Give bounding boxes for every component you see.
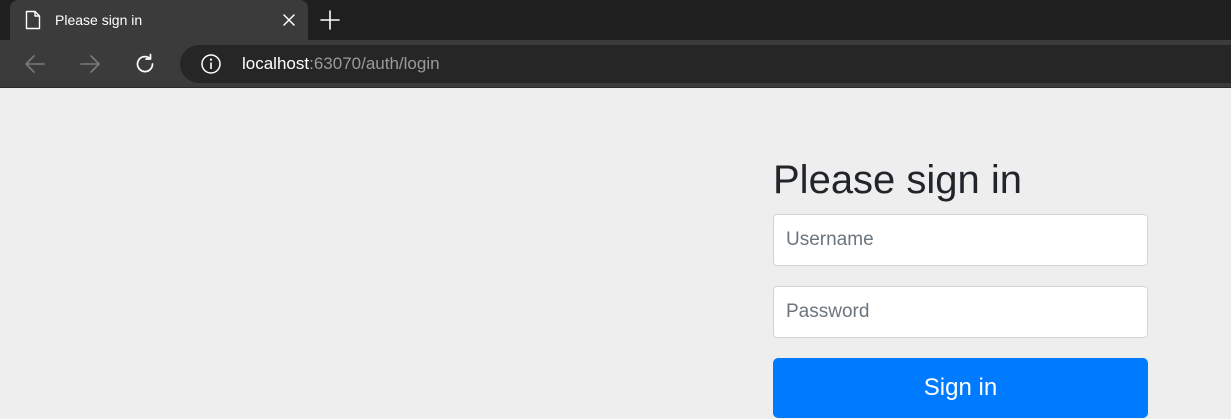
tab-title: Please sign in (55, 12, 143, 28)
address-bar[interactable]: localhost:63070/auth/login (180, 45, 1231, 83)
sign-in-button[interactable]: Sign in (773, 358, 1148, 418)
arrow-right-icon[interactable] (78, 52, 102, 76)
browser-tab-active[interactable]: Please sign in (10, 0, 308, 40)
page-title: Please sign in (773, 158, 1023, 202)
address-host: localhost (242, 54, 310, 73)
browser-toolbar: localhost:63070/auth/login (0, 40, 1231, 88)
info-icon[interactable] (200, 53, 222, 75)
reload-icon[interactable] (133, 52, 157, 76)
username-input[interactable] (773, 214, 1148, 266)
close-icon[interactable] (280, 11, 298, 29)
arrow-left-icon[interactable] (23, 52, 47, 76)
password-input[interactable] (773, 286, 1148, 338)
plus-icon[interactable] (319, 9, 341, 31)
address-path: :63070/auth/login (309, 54, 440, 73)
browser-tab-strip: Please sign in (0, 0, 1231, 40)
document-icon (24, 10, 42, 30)
address-url: localhost:63070/auth/login (242, 54, 440, 74)
page-content: Please sign in Sign in (0, 88, 1231, 419)
